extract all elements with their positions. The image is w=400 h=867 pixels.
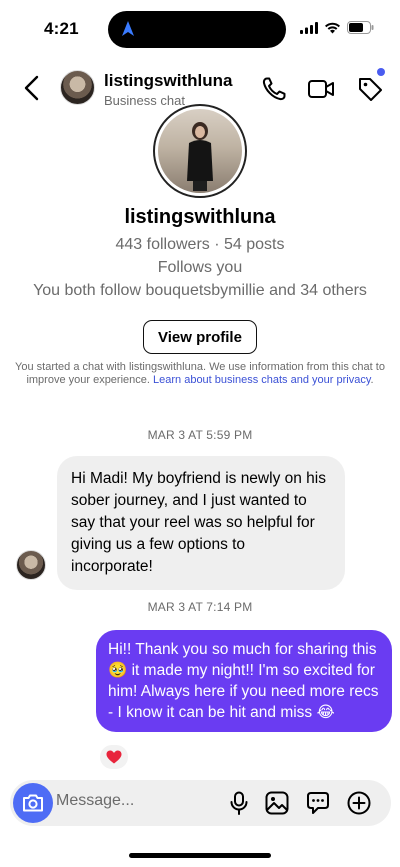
battery-icon [347, 21, 374, 34]
outgoing-message-bubble[interactable]: Hi!! Thank you so much for sharing this … [96, 630, 392, 732]
camera-button[interactable] [13, 783, 53, 823]
status-bar: 4:21 [0, 0, 400, 58]
heart-icon [106, 750, 122, 764]
notification-dot [377, 68, 385, 76]
back-chevron-icon[interactable] [20, 74, 44, 102]
profile-follows-you: Follows you [157, 259, 243, 276]
profile-avatar[interactable] [153, 104, 247, 198]
video-camera-icon[interactable] [307, 75, 335, 103]
profile-photo [187, 122, 213, 191]
status-icons [300, 21, 374, 34]
disclaimer-end: . [370, 374, 374, 386]
navigation-arrow-icon [122, 21, 134, 36]
header-title[interactable]: listingswithluna [104, 71, 232, 91]
profile-stats: 443 followers · 54 posts [115, 236, 285, 253]
header-avatar[interactable] [60, 70, 95, 105]
wifi-icon [325, 22, 340, 33]
incoming-message-bubble[interactable]: Hi Madi! My boyfriend is newly on his so… [57, 456, 345, 590]
microphone-icon[interactable] [226, 790, 252, 816]
sender-avatar[interactable] [16, 550, 46, 580]
heart-reaction[interactable] [98, 743, 130, 771]
header-subtitle: Business chat [104, 93, 185, 108]
status-time: 4:21 [44, 19, 79, 38]
message-composer [10, 780, 391, 826]
profile-name: listingswithluna [124, 206, 276, 228]
message-timestamp: MAR 3 AT 7:14 PM [147, 600, 253, 614]
signal-icon [300, 21, 318, 34]
camera-icon [23, 794, 43, 812]
profile-mutual-followers: You both follow bouquetsbymillie and 34 … [33, 282, 367, 299]
message-timestamp: MAR 3 AT 5:59 PM [147, 428, 253, 442]
business-chat-privacy-link[interactable]: Learn about business chats and your priv… [153, 374, 370, 386]
message-input[interactable] [56, 792, 206, 810]
plus-icon[interactable] [346, 790, 372, 816]
business-chat-disclaimer: You started a chat with listingswithluna… [12, 361, 388, 387]
phone-icon[interactable] [260, 75, 288, 103]
gallery-icon[interactable] [264, 790, 290, 816]
dynamic-island [108, 11, 286, 48]
tag-icon[interactable] [356, 75, 384, 103]
view-profile-button[interactable]: View profile [143, 320, 257, 354]
sticker-icon[interactable] [305, 790, 331, 816]
home-indicator[interactable] [129, 853, 271, 858]
